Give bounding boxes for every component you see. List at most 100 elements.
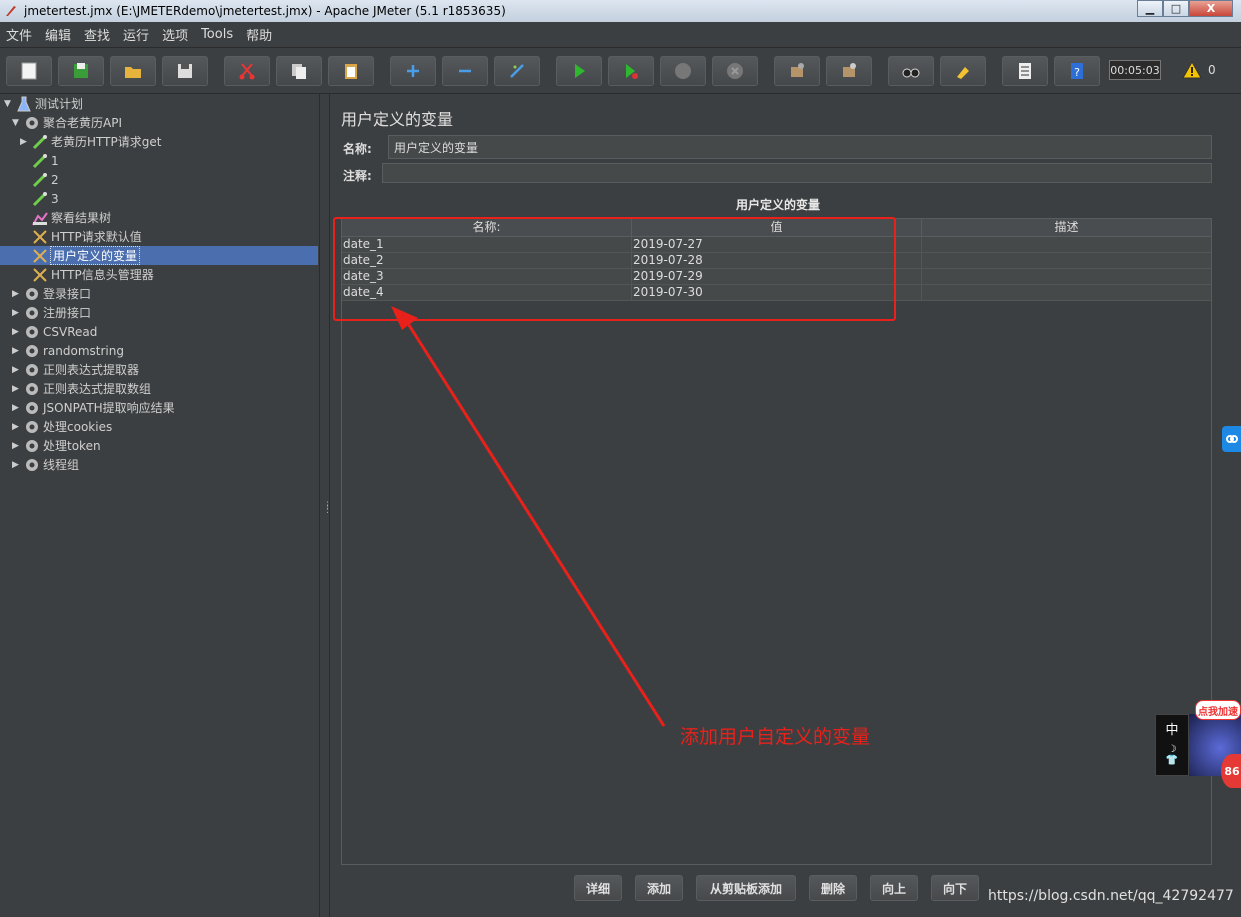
new-button[interactable] <box>6 56 52 86</box>
cell-name[interactable]: date_3 <box>342 269 632 285</box>
panel-splitter[interactable]: ⋮ ⋮ <box>320 94 332 917</box>
collapsed-arrow-icon[interactable]: ▶ <box>12 346 24 356</box>
add-button[interactable]: 添加 <box>635 875 683 901</box>
paste-button[interactable] <box>328 56 374 86</box>
collapsed-arrow-icon[interactable]: ▶ <box>12 289 24 299</box>
name-field[interactable]: 用户定义的变量 <box>388 135 1212 159</box>
cell-value[interactable]: 2019-07-30 <box>632 285 922 301</box>
move-down-button[interactable]: 向下 <box>931 875 979 901</box>
gear-icon <box>24 305 40 321</box>
table-row[interactable]: date_1 2019-07-27 <box>342 237 1211 253</box>
save-button[interactable] <box>162 56 208 86</box>
tree-item-cookies[interactable]: ▶ 处理cookies <box>12 417 112 436</box>
speedup-badge[interactable]: 点我加速 <box>1195 700 1241 720</box>
tree-item-regex-extractor[interactable]: ▶ 正则表达式提取器 <box>12 360 139 379</box>
tree-item-aggregate-api[interactable]: ▼ 聚合老黄历API <box>12 113 122 132</box>
tree-item-register[interactable]: ▶ 注册接口 <box>12 303 91 322</box>
tree-item-http-request-get[interactable]: ▶ 老黄历HTTP请求get <box>20 132 161 151</box>
speedup-float-widget[interactable]: 中 ☽ 👕 点我加速 86 <box>1155 698 1241 798</box>
comment-field[interactable] <box>382 163 1212 183</box>
menu-tools[interactable]: Tools <box>201 27 233 42</box>
error-log-indicator[interactable]: 0 <box>1182 61 1216 79</box>
tree-item-login[interactable]: ▶ 登录接口 <box>12 284 91 303</box>
collapsed-arrow-icon[interactable]: ▶ <box>12 308 24 318</box>
cell-description[interactable] <box>922 285 1211 301</box>
menu-options[interactable]: 选项 <box>162 25 188 44</box>
detail-button[interactable]: 详细 <box>574 875 622 901</box>
reset-search-button[interactable] <box>940 56 986 86</box>
copy-button[interactable] <box>276 56 322 86</box>
cell-value[interactable]: 2019-07-28 <box>632 253 922 269</box>
menu-file[interactable]: 文件 <box>6 25 32 44</box>
column-header-description[interactable]: 描述 <box>922 219 1211 237</box>
search-button[interactable] <box>888 56 934 86</box>
cell-description[interactable] <box>922 253 1211 269</box>
table-row[interactable]: date_2 2019-07-28 <box>342 253 1211 269</box>
move-up-button[interactable]: 向上 <box>870 875 918 901</box>
function-helper-button[interactable] <box>1002 56 1048 86</box>
column-header-value[interactable]: 值 <box>632 219 922 237</box>
collapsed-arrow-icon[interactable]: ▶ <box>12 460 24 470</box>
expanded-arrow-icon[interactable]: ▼ <box>12 118 24 128</box>
shutdown-button[interactable] <box>712 56 758 86</box>
toggle-button[interactable] <box>494 56 540 86</box>
tree-item-regex-array[interactable]: ▶ 正则表达式提取数组 <box>12 379 151 398</box>
expand-button[interactable] <box>390 56 436 86</box>
cell-description[interactable] <box>922 269 1211 285</box>
collapse-button[interactable] <box>442 56 488 86</box>
cell-value[interactable]: 2019-07-29 <box>632 269 922 285</box>
collapsed-arrow-icon[interactable]: ▶ <box>12 327 24 337</box>
menu-search[interactable]: 查找 <box>84 25 110 44</box>
tree-item-csvread[interactable]: ▶ CSVRead <box>12 322 97 341</box>
collapsed-arrow-icon[interactable]: ▶ <box>12 441 24 451</box>
cell-name[interactable]: date_4 <box>342 285 632 301</box>
help-button[interactable]: ? <box>1054 56 1100 86</box>
tree-item-user-defined-variables[interactable]: 用户定义的变量 <box>0 246 318 265</box>
collapsed-arrow-icon[interactable]: ▶ <box>12 384 24 394</box>
cell-name[interactable]: date_2 <box>342 253 632 269</box>
start-no-pause-button[interactable] <box>608 56 654 86</box>
minimize-button[interactable]: ▁ <box>1137 0 1163 17</box>
table-row[interactable]: date_4 2019-07-30 <box>342 285 1211 301</box>
open-button[interactable] <box>110 56 156 86</box>
start-button[interactable] <box>556 56 602 86</box>
tree-item-sampler-1[interactable]: 1 <box>20 151 59 170</box>
cut-button[interactable] <box>224 56 270 86</box>
moon-icon: ☽ <box>1167 744 1177 755</box>
templates-button[interactable] <box>58 56 104 86</box>
menu-edit[interactable]: 编辑 <box>45 25 71 44</box>
collapsed-arrow-icon[interactable]: ▶ <box>12 422 24 432</box>
tree-item-jsonpath[interactable]: ▶ JSONPATH提取响应结果 <box>12 398 175 417</box>
cell-name[interactable]: date_1 <box>342 237 632 253</box>
tree-item-http-defaults[interactable]: HTTP请求默认值 <box>20 227 142 246</box>
close-button[interactable]: X <box>1189 0 1233 17</box>
add-from-clipboard-button[interactable]: 从剪贴板添加 <box>696 875 796 901</box>
clear-button[interactable] <box>774 56 820 86</box>
tree-item-thread-group[interactable]: ▶ 线程组 <box>12 455 79 474</box>
delete-button[interactable]: 删除 <box>809 875 857 901</box>
clear-all-button[interactable] <box>826 56 872 86</box>
tree-item-view-results-tree[interactable]: 察看结果树 <box>20 208 111 227</box>
expanded-arrow-icon[interactable]: ▼ <box>4 99 16 109</box>
cell-value[interactable]: 2019-07-27 <box>632 237 922 253</box>
cell-description[interactable] <box>922 237 1211 253</box>
table-row[interactable]: date_3 2019-07-29 <box>342 269 1211 285</box>
tree-item-sampler-2[interactable]: 2 <box>20 170 59 189</box>
ime-badge[interactable]: 中 ☽ 👕 <box>1155 714 1189 776</box>
tree-item-test-plan[interactable]: ▼ 测试计划 <box>4 94 83 113</box>
shutdown-icon <box>727 63 743 79</box>
menu-help[interactable]: 帮助 <box>246 25 272 44</box>
link-side-widget[interactable] <box>1222 426 1241 452</box>
stop-button[interactable] <box>660 56 706 86</box>
collapsed-arrow-icon[interactable]: ▶ <box>12 365 24 375</box>
menu-run[interactable]: 运行 <box>123 25 149 44</box>
tree-item-randomstring[interactable]: ▶ randomstring <box>12 341 124 360</box>
splitter-grip-icon[interactable]: ⋮ ⋮ <box>323 502 332 520</box>
column-header-name[interactable]: 名称: <box>342 219 632 237</box>
collapsed-arrow-icon[interactable]: ▶ <box>20 137 32 147</box>
collapsed-arrow-icon[interactable]: ▶ <box>12 403 24 413</box>
tree-item-sampler-3[interactable]: 3 <box>20 189 59 208</box>
tree-item-token[interactable]: ▶ 处理token <box>12 436 101 455</box>
tree-item-header-manager[interactable]: HTTP信息头管理器 <box>20 265 154 284</box>
maximize-button[interactable]: □ <box>1163 0 1189 17</box>
